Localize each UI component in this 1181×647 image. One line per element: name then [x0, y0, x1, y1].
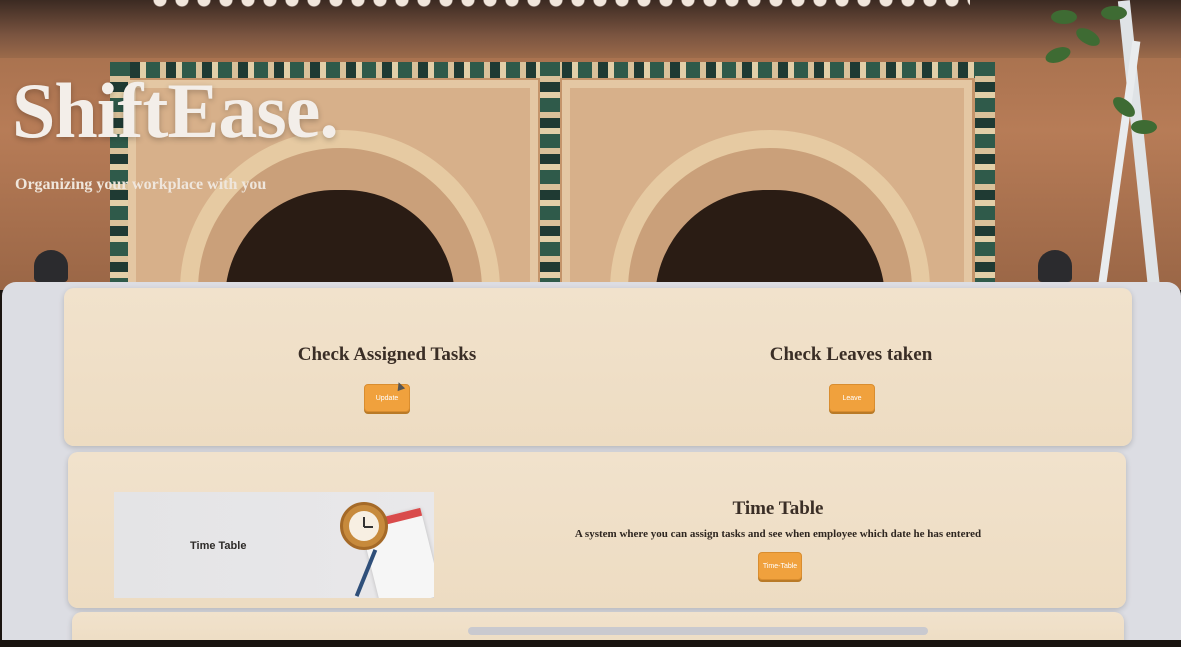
content-area: Check Assigned Tasks Update Check Leaves…: [2, 282, 1181, 640]
tree-leaf: [1131, 120, 1157, 134]
clock-icon: [340, 502, 388, 550]
timetable-description: A system where you can assign tasks and …: [574, 528, 982, 540]
hero-tile-right: [975, 62, 995, 290]
timetable-button[interactable]: Time-Table: [758, 552, 802, 580]
hero-urn-left: [34, 250, 68, 282]
brand-title: ShiftEase.: [12, 67, 339, 154]
clock-face: [349, 511, 379, 541]
tasks-leaves-card: Check Assigned Tasks Update Check Leaves…: [64, 288, 1132, 446]
timetable-card: Time Table Time Table A system where you…: [68, 452, 1126, 608]
timetable-image: Time Table: [114, 492, 434, 598]
timetable-image-label: Time Table: [190, 540, 247, 552]
hero-tile-middle: [540, 62, 560, 290]
hero-scallop-trim: [150, 0, 970, 10]
tree-leaf: [1051, 10, 1077, 24]
assigned-tasks-title: Check Assigned Tasks: [297, 344, 477, 365]
timetable-title: Time Table: [732, 498, 824, 519]
tree-leaf: [1073, 24, 1103, 50]
tree-branch: [1097, 40, 1141, 290]
hero-urn-right: [1038, 250, 1072, 282]
clock-hand-minute: [364, 526, 373, 528]
leave-button[interactable]: Leave: [829, 384, 875, 412]
leaves-taken-title: Check Leaves taken: [769, 344, 933, 365]
tree-leaf: [1101, 6, 1127, 20]
tree-leaf: [1043, 43, 1073, 67]
brand-tagline: Organizing your workplace with you: [15, 176, 267, 193]
hero-tree: [1041, 0, 1171, 290]
horizontal-scrollbar[interactable]: [468, 627, 928, 635]
next-card-partial: [72, 612, 1124, 640]
